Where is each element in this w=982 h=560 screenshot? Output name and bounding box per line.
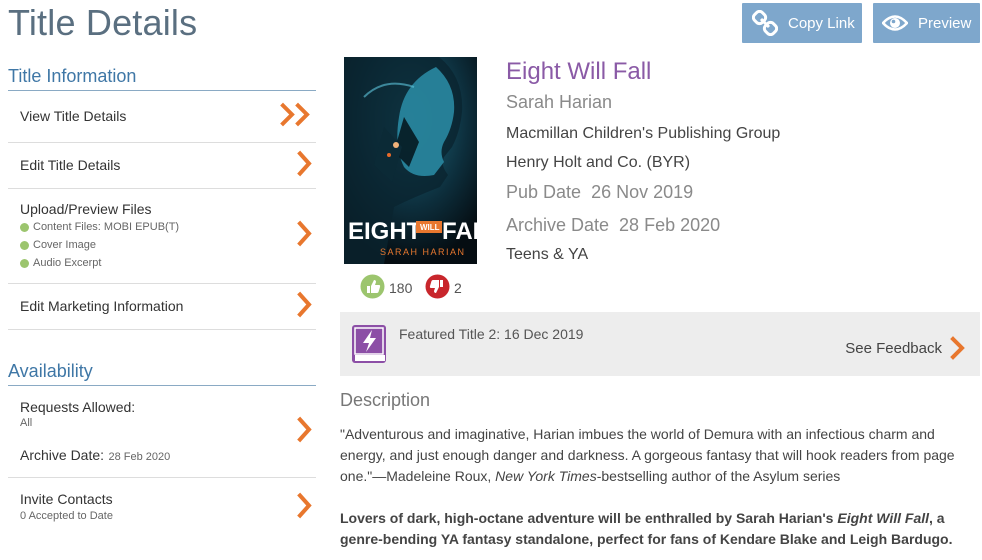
cover-title-will: WILL	[420, 223, 440, 232]
chevron-right-icon	[296, 291, 314, 322]
availability-heading: Availability	[8, 361, 316, 386]
book-author: Sarah Harian	[506, 92, 613, 112]
book-info: Eight Will Fall Sarah Harian Macmillan C…	[506, 58, 966, 264]
file-status-cover: Cover Image	[20, 236, 179, 254]
double-chevron-right-icon	[280, 102, 314, 131]
pub-date-label: Pub Date	[506, 182, 582, 202]
requests-allowed-label: Requests Allowed:	[20, 399, 136, 415]
sidebar-item-label: Edit Title Details	[20, 157, 121, 173]
status-dot-icon	[20, 222, 29, 232]
file-status-content: Content Files: MOBI EPUB(T)	[20, 218, 179, 236]
featured-title-text: Featured Title 2: 16 Dec 2019	[399, 326, 584, 342]
link-icon	[752, 10, 778, 36]
see-feedback-link[interactable]: See Feedback	[845, 336, 966, 360]
sidebar-item-upload-preview-files[interactable]: Upload/Preview Files Content Files: MOBI…	[8, 189, 316, 284]
book-category: Teens & YA	[506, 246, 589, 263]
book-publisher: Macmillan Children's Publishing Group	[506, 125, 781, 142]
book-imprint: Henry Holt and Co. (BYR)	[506, 154, 691, 171]
sidebar-item-edit-title-details[interactable]: Edit Title Details	[8, 143, 316, 189]
cover-title-fall: FALL	[442, 218, 477, 245]
sidebar-item-invite-contacts[interactable]: Invite Contacts 0 Accepted to Date	[8, 478, 316, 538]
page-title: Title Details	[8, 2, 198, 43]
description-summary: Lovers of dark, high-octane adventure wi…	[340, 510, 953, 547]
thumbs-up-count: 180	[389, 280, 413, 296]
thumbs-up-icon	[360, 274, 385, 302]
title-information-heading: Title Information	[8, 66, 316, 91]
archive-date-value: 28 Feb 2020	[619, 215, 721, 235]
invite-contacts-label: Invite Contacts	[20, 491, 113, 507]
chevron-right-icon	[296, 150, 314, 181]
file-status-audio: Audio Excerpt	[20, 254, 179, 272]
eye-icon	[882, 14, 908, 32]
book-cover-image[interactable]: EIGHT WILL FALL SARAH HARIAN	[344, 57, 477, 264]
chevron-right-icon	[296, 492, 314, 524]
pub-date-value: 26 Nov 2019	[591, 182, 694, 202]
sidebar-item-label: Upload/Preview Files	[20, 201, 152, 217]
description-heading: Description	[340, 390, 431, 410]
archive-date-label: Archive Date	[506, 215, 610, 235]
sidebar-item-label: View Title Details	[20, 108, 127, 124]
see-feedback-label: See Feedback	[845, 339, 942, 357]
thumbs-down-icon	[425, 274, 450, 302]
copy-link-button[interactable]: Copy Link	[742, 3, 862, 43]
sidebar-item-edit-marketing-information[interactable]: Edit Marketing Information	[8, 284, 316, 330]
book-title: Eight Will Fall	[506, 58, 652, 85]
requests-allowed-value: All	[20, 417, 33, 429]
preview-button[interactable]: Preview	[873, 3, 980, 43]
chevron-right-icon	[296, 220, 314, 252]
featured-book-icon	[351, 324, 389, 371]
thumbs-down-vote[interactable]: 2	[425, 274, 462, 302]
description-quote: "Adventurous and imaginative, Harian imb…	[340, 426, 955, 484]
archive-date-value: 28 Feb 2020	[108, 451, 171, 463]
featured-banner: Featured Title 2: 16 Dec 2019 See Feedba…	[340, 312, 980, 376]
chevron-right-icon	[950, 336, 965, 360]
sidebar: Title Information View Title Details Edi…	[8, 66, 316, 538]
pub-date-row: Pub Date 26 Nov 2019	[506, 182, 966, 203]
chevron-right-icon	[296, 416, 314, 447]
copy-link-label: Copy Link	[788, 14, 855, 32]
sidebar-item-view-title-details[interactable]: View Title Details	[8, 91, 316, 143]
status-dot-icon	[20, 240, 29, 250]
invite-contacts-count: 0 Accepted to Date	[20, 510, 113, 522]
sidebar-item-requests-archive[interactable]: Requests Allowed: All Archive Date: 28 F…	[8, 386, 316, 478]
thumbs-up-vote[interactable]: 180	[360, 274, 412, 302]
archive-date-row: Archive Date 28 Feb 2020	[506, 215, 966, 236]
archive-date-row: Archive Date: 28 Feb 2020	[20, 447, 170, 465]
thumbs-down-count: 2	[454, 280, 462, 296]
file-status-list: Content Files: MOBI EPUB(T) Cover Image …	[20, 218, 179, 272]
cover-title-eight: EIGHT	[348, 218, 422, 245]
sidebar-item-label: Edit Marketing Information	[20, 298, 184, 314]
status-dot-icon	[20, 258, 29, 268]
archive-date-label: Archive Date:	[20, 447, 105, 463]
cover-author: SARAH HARIAN	[380, 247, 466, 257]
preview-label: Preview	[918, 14, 972, 32]
